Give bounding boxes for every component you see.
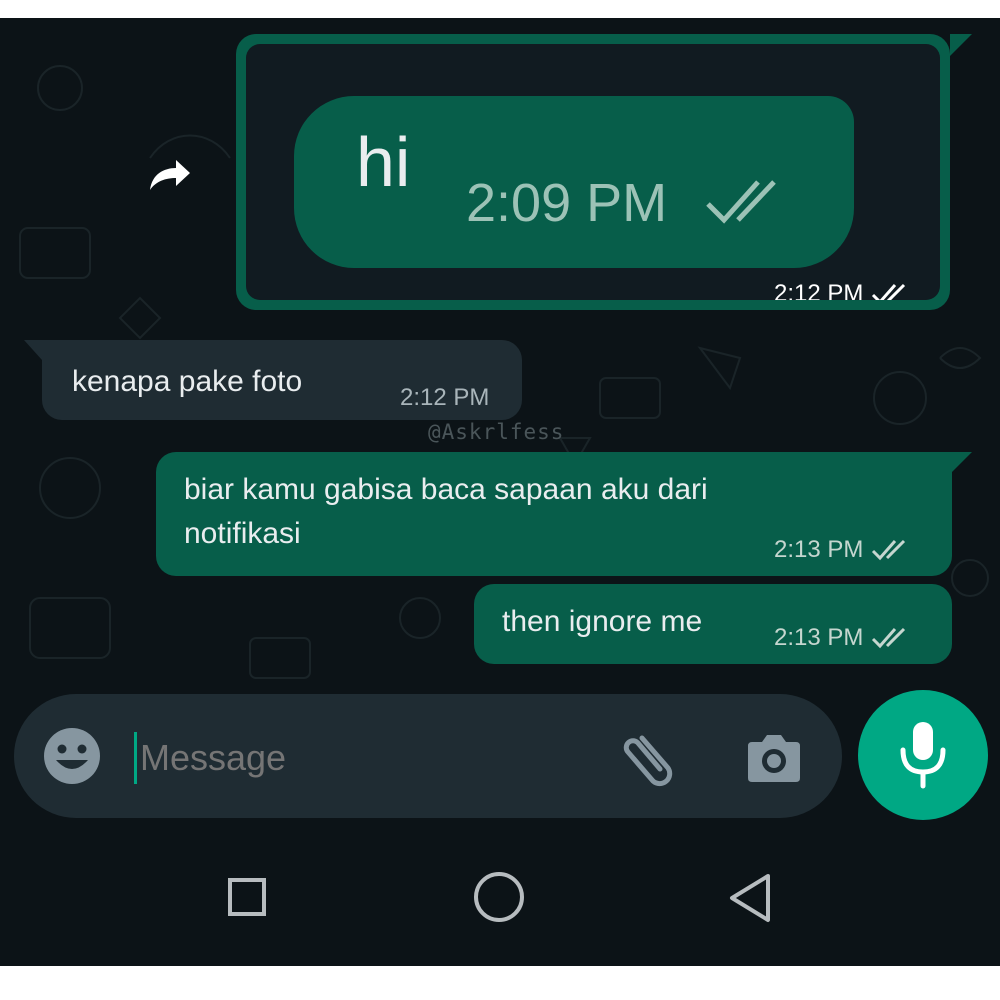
- recent-apps-icon[interactable]: [228, 878, 266, 916]
- message-text: then ignore me: [502, 605, 703, 638]
- mic-icon: [900, 722, 946, 789]
- image-inner-ticks-icon: [706, 180, 776, 224]
- read-ticks-icon: [872, 539, 906, 561]
- watermark: @Askrlfess: [428, 420, 565, 444]
- read-ticks-icon: [872, 627, 906, 649]
- message-text-line-2: notifikasi: [184, 517, 301, 550]
- camera-icon[interactable]: [744, 732, 804, 784]
- image-inner-text: hi: [356, 123, 411, 201]
- message-time: 2:13 PM: [774, 536, 913, 564]
- outgoing-message[interactable]: biar kamu gabisa baca sapaan aku dari no…: [156, 452, 972, 576]
- bubble-tail: [952, 452, 972, 472]
- attach-icon[interactable]: [620, 724, 684, 788]
- outgoing-message[interactable]: then ignore me 2:13 PM: [474, 584, 952, 664]
- emoji-icon[interactable]: [42, 726, 102, 786]
- image-inner-time: 2:09 PM: [466, 173, 668, 233]
- message-composer: [14, 694, 842, 818]
- home-icon[interactable]: [474, 872, 524, 922]
- message-text-line-1: biar kamu gabisa baca sapaan aku dari: [184, 473, 708, 506]
- bubble-tail: [24, 340, 42, 360]
- text-cursor: [134, 732, 137, 784]
- message-time: 2:13 PM: [774, 624, 913, 652]
- forward-button[interactable]: [144, 156, 194, 196]
- image-message[interactable]: hi 2:09 PM 2:12 PM: [236, 34, 972, 310]
- bubble-tail: [950, 34, 972, 56]
- message-input[interactable]: [138, 730, 572, 786]
- mic-button[interactable]: [858, 690, 988, 820]
- image-thumbnail[interactable]: hi 2:09 PM 2:12 PM: [246, 44, 940, 300]
- message-time: 2:12 PM: [400, 384, 490, 411]
- image-message-time: 2:12 PM: [774, 280, 913, 300]
- image-inner-bubble: hi 2:09 PM: [294, 96, 854, 268]
- back-icon[interactable]: [728, 872, 772, 924]
- forward-arrow-icon: [150, 160, 190, 190]
- incoming-message[interactable]: kenapa pake foto 2:12 PM: [24, 340, 522, 420]
- read-ticks-icon: [872, 283, 906, 300]
- message-text: kenapa pake foto: [72, 365, 303, 398]
- system-navigation-bar: [0, 840, 1000, 966]
- chat-screen: hi 2:09 PM 2:12 PM kenapa pake foto 2:12…: [0, 18, 1000, 966]
